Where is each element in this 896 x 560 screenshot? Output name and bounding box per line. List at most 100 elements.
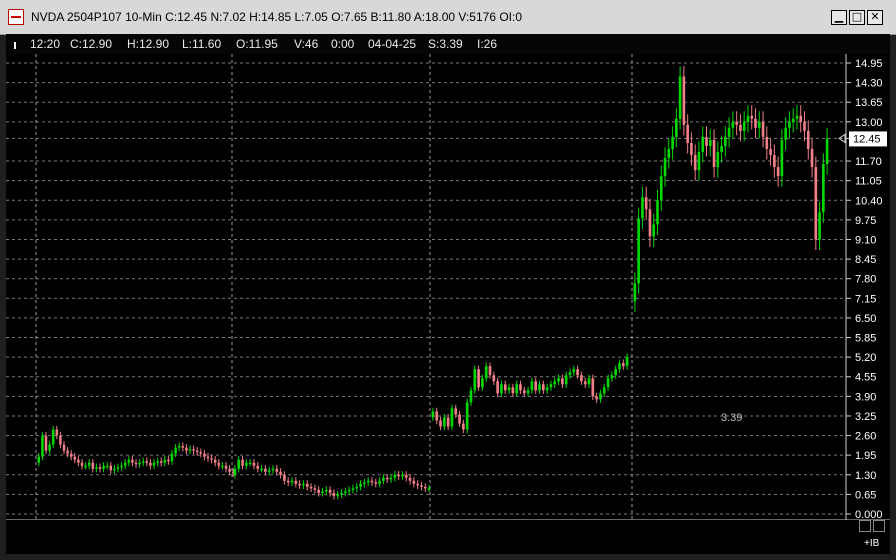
minimize-button[interactable]: ▁	[831, 10, 847, 25]
candle-body	[206, 456, 210, 459]
candle-body	[784, 127, 787, 140]
candle-body	[446, 417, 450, 427]
candle-body	[210, 458, 213, 460]
candle-body	[217, 462, 221, 466]
candle-body	[55, 429, 59, 436]
candle-body	[690, 142, 693, 156]
candlestick-chart[interactable]: 14.95 14.30 13.65 13.00 12.45 11.70 11.05 10.40…	[6, 54, 890, 554]
candle-body	[435, 411, 439, 421]
candle-body	[515, 384, 519, 394]
candle-body	[496, 381, 499, 394]
candle-body	[576, 369, 579, 376]
candle-body	[492, 375, 496, 382]
candle-body	[500, 384, 503, 394]
y-tick-label: 11.05	[855, 176, 882, 188]
candle-body	[735, 121, 738, 125]
candle-body	[610, 375, 614, 379]
candle-body	[401, 474, 404, 477]
time-axis-bar	[6, 520, 890, 554]
candle-body	[534, 381, 538, 391]
candle-body	[587, 378, 591, 385]
candle-body	[340, 492, 343, 495]
y-tick-label: 9.75	[855, 215, 876, 227]
candle-body	[678, 76, 682, 119]
candle-body	[568, 372, 572, 376]
candles	[37, 66, 829, 500]
cursor-marker-icon	[14, 42, 16, 49]
candle-body	[152, 462, 156, 466]
scroll-left-button[interactable]	[859, 520, 871, 532]
candle-body	[526, 390, 530, 394]
candle-body	[181, 446, 185, 448]
candle-body	[351, 488, 355, 490]
close-button[interactable]: ✕	[867, 10, 883, 25]
candle-body	[416, 483, 420, 486]
y-tick-label: 5.85	[855, 333, 876, 345]
candle-body	[776, 167, 780, 177]
candle-body	[80, 462, 84, 466]
candle-body	[102, 465, 105, 469]
candle-body	[580, 375, 583, 382]
candle-body	[188, 449, 192, 451]
candle-body	[507, 387, 511, 391]
scroll-right-button[interactable]	[873, 520, 885, 532]
candle-body	[109, 465, 113, 471]
candle-body	[663, 158, 667, 177]
candle-body	[252, 462, 256, 466]
candle-body	[481, 378, 484, 388]
candle-body	[522, 390, 526, 394]
candle-body	[228, 468, 231, 472]
info-close: C:12.90	[70, 37, 113, 51]
plot-area[interactable]: 14.95 14.30 13.65 13.00 12.45 11.70 11.05 10.40…	[6, 54, 890, 553]
candle-body	[264, 468, 267, 472]
candle-body	[488, 366, 492, 376]
candle-body	[503, 384, 507, 391]
candle-body	[705, 136, 708, 146]
candle-body	[77, 459, 80, 463]
candle-body	[185, 447, 188, 451]
candle-body	[192, 449, 195, 451]
candle-body	[780, 139, 784, 177]
candle-body	[62, 444, 66, 451]
candle-body	[799, 115, 803, 122]
maximize-button[interactable]: □	[849, 10, 865, 25]
candle-body	[625, 357, 629, 367]
candle-body	[328, 489, 332, 493]
candle-body	[671, 136, 674, 149]
candle-body	[256, 465, 260, 469]
candle-body	[602, 387, 606, 394]
candle-body	[309, 486, 313, 489]
candle-body	[431, 411, 435, 418]
candle-body	[163, 459, 167, 463]
candle-body	[599, 393, 602, 400]
candle-body	[720, 145, 723, 152]
candle-body	[773, 155, 776, 168]
candle-body	[564, 375, 568, 385]
candle-body	[439, 420, 442, 427]
candle-body	[641, 197, 644, 219]
candle-body	[765, 136, 769, 149]
candle-body	[174, 447, 177, 454]
y-tick-label: 9.10	[855, 234, 876, 246]
candle-body	[656, 200, 659, 225]
info-time: 12:20	[30, 37, 61, 51]
y-tick-label: 0.65	[855, 489, 876, 501]
corner-label: +IB	[864, 538, 880, 549]
y-tick-label: 8.45	[855, 254, 876, 266]
candle-body	[286, 480, 290, 483]
candle-body	[244, 462, 248, 466]
title-bar[interactable]: NVDA 2504P107 10-Min C:12.45 N:7.02 H:14…	[0, 0, 896, 35]
candle-body	[686, 124, 689, 143]
candle-body	[511, 387, 515, 394]
candle-body	[313, 488, 317, 490]
candle-body	[113, 468, 116, 471]
candle-body	[697, 151, 701, 171]
candle-body	[105, 465, 109, 468]
candle-body	[156, 461, 159, 463]
candle-body	[37, 456, 41, 463]
candle-body	[290, 480, 294, 483]
candle-body	[583, 381, 587, 385]
candle-body	[818, 212, 821, 240]
candle-body	[267, 470, 271, 472]
candle-body	[84, 465, 87, 468]
